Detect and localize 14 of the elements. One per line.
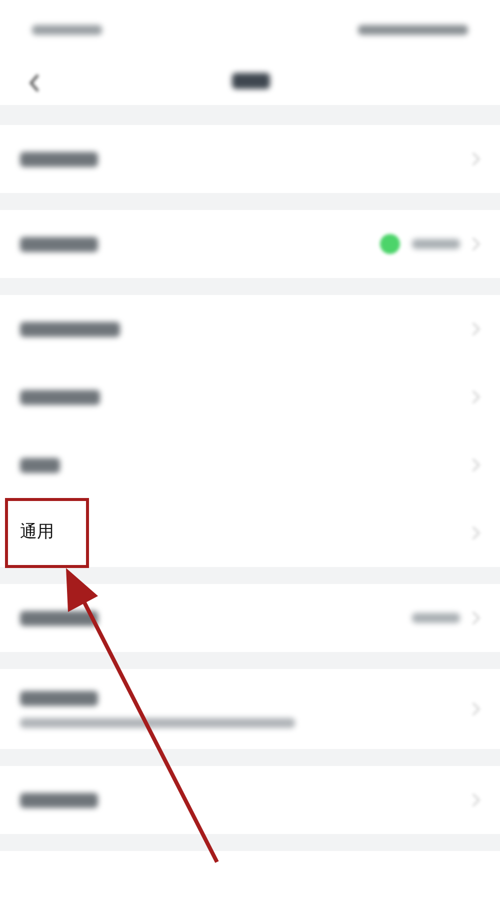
blurred-text (32, 25, 102, 35)
settings-row[interactable] (0, 295, 500, 363)
settings-row[interactable] (0, 766, 500, 834)
settings-row[interactable] (0, 210, 500, 278)
settings-row[interactable]: 通用 (0, 499, 500, 567)
settings-row[interactable] (0, 584, 500, 652)
row-label: 通用 (20, 521, 54, 544)
blurred-text (20, 458, 60, 472)
blurred-text (232, 73, 270, 89)
settings-row[interactable] (0, 669, 500, 749)
back-icon[interactable] (28, 72, 40, 92)
settings-row[interactable] (0, 125, 500, 193)
blurred-text (412, 613, 460, 623)
blurred-text (412, 239, 460, 249)
